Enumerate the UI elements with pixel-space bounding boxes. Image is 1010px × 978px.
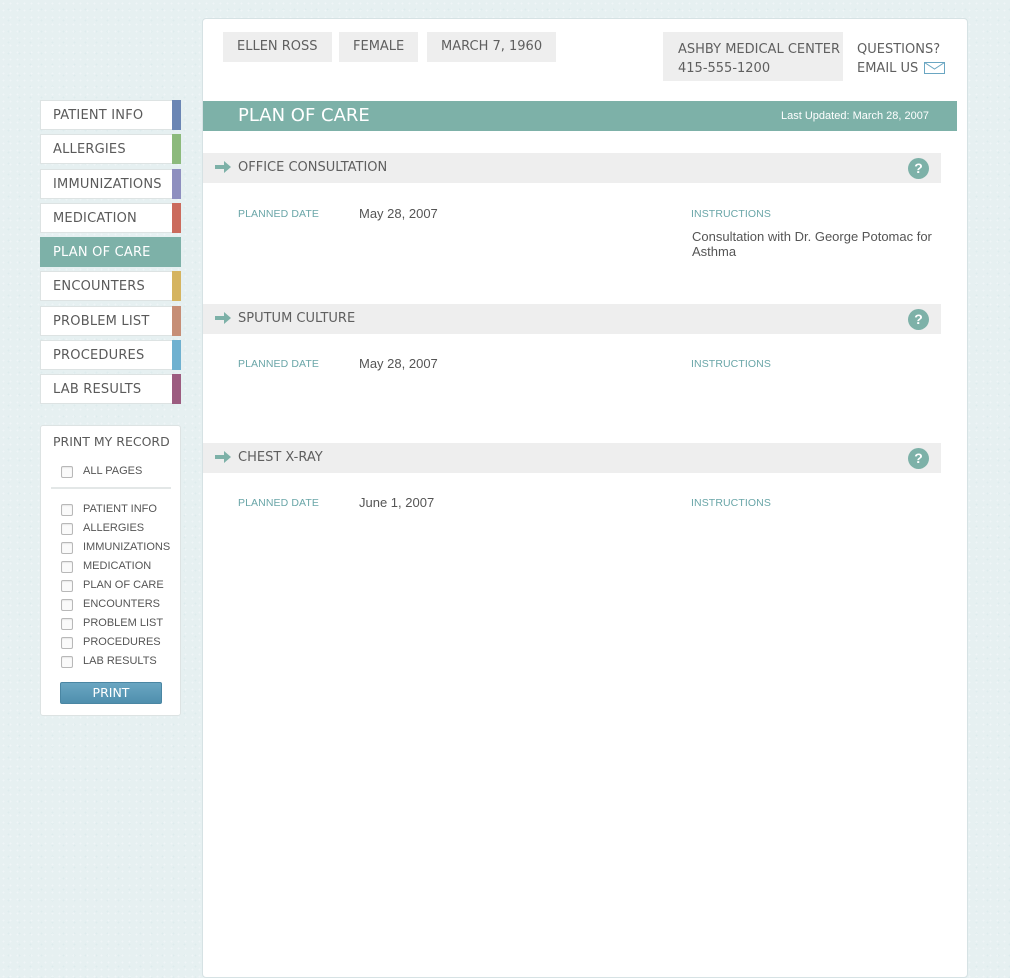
section-title: CHEST X-RAY bbox=[238, 450, 323, 465]
color-tab bbox=[172, 100, 181, 130]
main-panel: ELLEN ROSS FEMALE MARCH 7, 1960 ASHBY ME… bbox=[202, 18, 968, 978]
color-tab bbox=[172, 305, 181, 336]
help-icon[interactable]: ? bbox=[908, 158, 929, 179]
print-option-medication: MEDICATION bbox=[61, 559, 176, 575]
email-us-label: EMAIL US bbox=[857, 61, 919, 76]
page-title: PLAN OF CARE bbox=[238, 105, 370, 126]
checkbox[interactable] bbox=[61, 561, 73, 573]
sidebar-item-lab-results[interactable]: LAB RESULTS bbox=[40, 374, 181, 405]
instructions-label: INSTRUCTIONS bbox=[691, 208, 771, 220]
checkbox-label: ENCOUNTERS bbox=[83, 598, 161, 610]
planned-date-value: May 28, 2007 bbox=[359, 356, 438, 371]
checkbox[interactable] bbox=[61, 466, 73, 478]
checkbox-label: LAB RESULTS bbox=[83, 655, 157, 667]
patient-dob: MARCH 7, 1960 bbox=[427, 32, 557, 62]
checkbox-label: PROCEDURES bbox=[83, 636, 161, 648]
arrow-right-icon bbox=[215, 312, 231, 324]
medical-center-box: ASHBY MEDICAL CENTER 415-555-1200 bbox=[663, 32, 843, 81]
sidebar-item-plan-of-care[interactable]: PLAN OF CARE bbox=[40, 237, 181, 268]
color-tab bbox=[172, 202, 181, 233]
section-title: OFFICE CONSULTATION bbox=[238, 160, 388, 175]
print-option-lab-results: LAB RESULTS bbox=[61, 654, 176, 670]
print-option-plan-of-care: PLAN OF CARE bbox=[61, 578, 176, 594]
instructions-label: INSTRUCTIONS bbox=[691, 358, 771, 370]
checkbox-label: PLAN OF CARE bbox=[83, 579, 164, 591]
medical-center-phone: 415-555-1200 bbox=[678, 61, 771, 76]
divider bbox=[51, 487, 171, 489]
sidebar-item-label: MEDICATION bbox=[53, 210, 137, 226]
page-title-bar: PLAN OF CARE Last Updated: March 28, 200… bbox=[203, 101, 957, 131]
checkbox-label: ALL PAGES bbox=[83, 465, 143, 477]
last-updated: Last Updated: March 28, 2007 bbox=[781, 110, 929, 122]
print-option-immunizations: IMMUNIZATIONS bbox=[61, 540, 176, 556]
arrow-right-icon bbox=[215, 161, 231, 173]
print-record-panel: PRINT MY RECORD ALL PAGES PATIENT INFO A… bbox=[40, 425, 181, 716]
checkbox[interactable] bbox=[61, 618, 73, 630]
sidebar-item-encounters[interactable]: ENCOUNTERS bbox=[40, 271, 181, 302]
instructions-text: Consultation with Dr. George Potomac for… bbox=[692, 229, 932, 259]
help-icon[interactable]: ? bbox=[908, 448, 929, 469]
checkbox[interactable] bbox=[61, 523, 73, 535]
instructions-label: INSTRUCTIONS bbox=[691, 497, 771, 509]
checkbox[interactable] bbox=[61, 637, 73, 649]
checkbox[interactable] bbox=[61, 580, 73, 592]
checkbox[interactable] bbox=[61, 504, 73, 516]
planned-date-label: PLANNED DATE bbox=[238, 358, 319, 370]
color-tab bbox=[172, 374, 181, 405]
medical-center-name: ASHBY MEDICAL CENTER bbox=[678, 42, 841, 57]
sidebar-item-label: PROBLEM LIST bbox=[53, 313, 150, 329]
sidebar-item-label: PATIENT INFO bbox=[53, 108, 144, 123]
sidebar-item-procedures[interactable]: PROCEDURES bbox=[40, 340, 181, 371]
color-tab bbox=[172, 134, 181, 165]
sidebar-item-patient-info[interactable]: PATIENT INFO bbox=[40, 100, 181, 130]
planned-date-label: PLANNED DATE bbox=[238, 208, 319, 220]
mail-icon[interactable] bbox=[924, 61, 946, 74]
checkbox-label: PROBLEM LIST bbox=[83, 617, 164, 629]
section-header-office-consultation: OFFICE CONSULTATION ? bbox=[203, 153, 941, 183]
patient-gender: FEMALE bbox=[339, 32, 419, 62]
sidebar-item-problem-list[interactable]: PROBLEM LIST bbox=[40, 305, 181, 336]
print-record-title: PRINT MY RECORD bbox=[53, 434, 170, 449]
checkbox[interactable] bbox=[61, 599, 73, 611]
checkbox-label: MEDICATION bbox=[83, 560, 152, 572]
section-title: SPUTUM CULTURE bbox=[238, 311, 356, 326]
planned-date-value: June 1, 2007 bbox=[359, 495, 435, 510]
checkbox-label: IMMUNIZATIONS bbox=[83, 541, 171, 553]
checkbox[interactable] bbox=[61, 542, 73, 554]
help-icon[interactable]: ? bbox=[908, 309, 929, 330]
section-header-chest-x-ray: CHEST X-RAY ? bbox=[203, 443, 941, 473]
arrow-right-icon bbox=[215, 451, 231, 463]
questions-label: QUESTIONS? bbox=[857, 42, 941, 57]
color-tab bbox=[172, 168, 181, 199]
sidebar-item-label: ENCOUNTERS bbox=[53, 279, 145, 295]
print-option-procedures: PROCEDURES bbox=[61, 635, 176, 651]
planned-date-label: PLANNED DATE bbox=[238, 497, 319, 509]
sidebar-item-medication[interactable]: MEDICATION bbox=[40, 202, 181, 233]
sidebar-item-label: PLAN OF CARE bbox=[53, 245, 151, 261]
checkbox-label: ALLERGIES bbox=[83, 522, 145, 534]
email-us-link[interactable]: EMAIL US bbox=[857, 59, 946, 78]
planned-date-value: May 28, 2007 bbox=[359, 206, 438, 221]
color-tab bbox=[172, 340, 181, 371]
patient-name: ELLEN ROSS bbox=[223, 32, 332, 62]
sidebar-item-immunizations[interactable]: IMMUNIZATIONS bbox=[40, 168, 181, 199]
sidebar-item-label: LAB RESULTS bbox=[53, 382, 142, 398]
sidebar-nav: PATIENT INFO ALLERGIES IMMUNIZATIONS MED… bbox=[40, 100, 181, 409]
sidebar-item-label: PROCEDURES bbox=[53, 348, 145, 364]
print-option-all-pages: ALL PAGES bbox=[61, 464, 176, 480]
checkbox[interactable] bbox=[61, 656, 73, 668]
print-option-encounters: ENCOUNTERS bbox=[61, 597, 176, 613]
color-tab bbox=[172, 271, 181, 302]
sidebar-item-allergies[interactable]: ALLERGIES bbox=[40, 134, 181, 165]
questions-box: QUESTIONS? EMAIL US bbox=[857, 40, 946, 78]
print-option-patient-info: PATIENT INFO bbox=[61, 502, 176, 518]
print-option-allergies: ALLERGIES bbox=[61, 521, 176, 537]
sidebar-item-label: ALLERGIES bbox=[53, 142, 126, 158]
sidebar-item-label: IMMUNIZATIONS bbox=[53, 176, 162, 192]
checkbox-label: PATIENT INFO bbox=[83, 503, 157, 515]
print-button[interactable]: PRINT bbox=[60, 682, 162, 704]
section-header-sputum-culture: SPUTUM CULTURE ? bbox=[203, 304, 941, 334]
print-option-problem-list: PROBLEM LIST bbox=[61, 616, 176, 632]
